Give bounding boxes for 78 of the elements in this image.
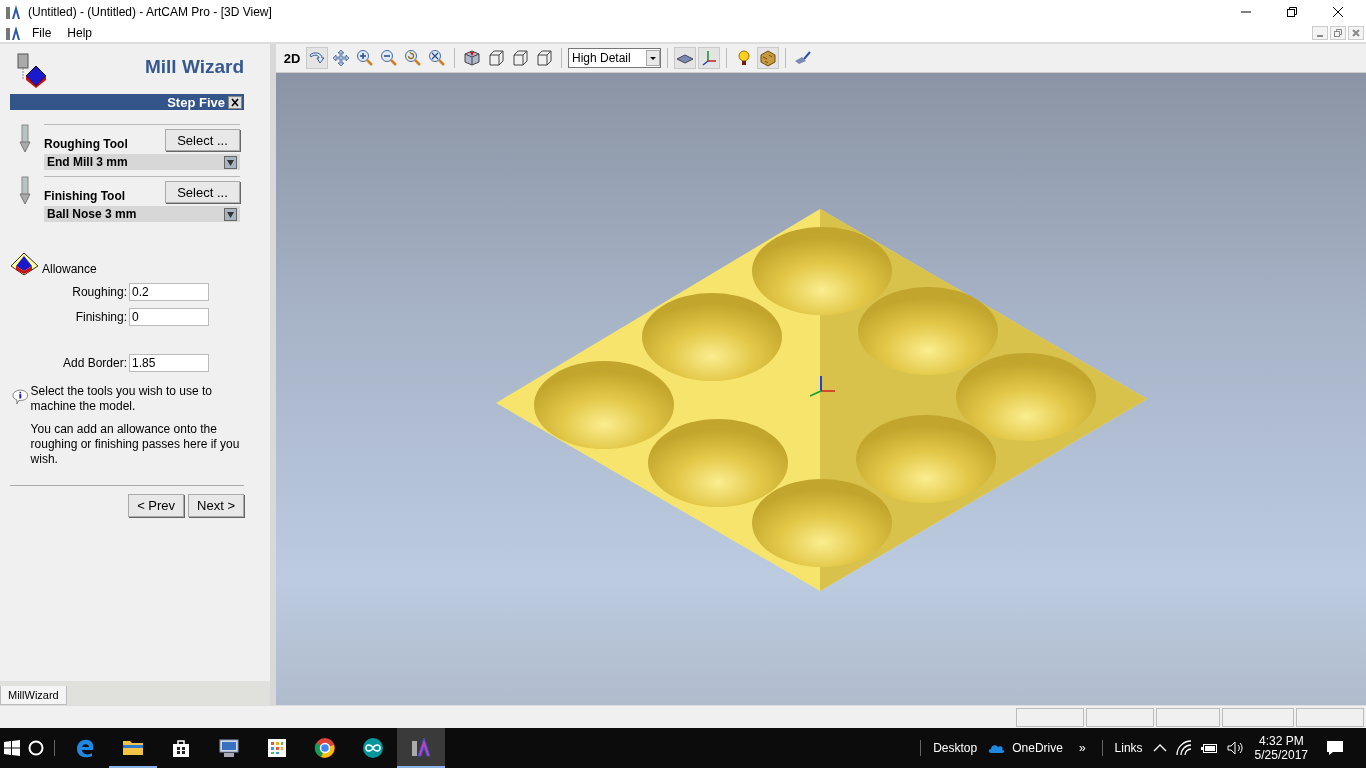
border-field[interactable]: 1.85: [129, 354, 209, 372]
tool-dropdown[interactable]: Ball Nose 3 mm: [44, 206, 240, 222]
chevron-up-icon[interactable]: [1152, 743, 1167, 753]
notification-icon[interactable]: [1326, 740, 1344, 756]
close-icon[interactable]: [1332, 6, 1344, 18]
overflow-chevron[interactable]: »: [1078, 741, 1086, 755]
2d-view-button[interactable]: 2D: [280, 47, 304, 69]
bulb-icon: [735, 49, 753, 67]
tool-dropdown[interactable]: End Mill 3 mm: [44, 154, 240, 170]
info-text: Select the tools you wish to use to machine the model.: [30, 384, 214, 414]
rotate-button[interactable]: [306, 47, 328, 69]
pan-button[interactable]: [330, 47, 352, 69]
select-button[interactable]: Select ...: [165, 129, 240, 151]
texture-button[interactable]: [757, 47, 779, 69]
infinity-icon: [361, 736, 385, 760]
status-pane: [1296, 707, 1364, 727]
axes-icon: [700, 49, 718, 67]
nav-button[interactable]: Next >: [188, 494, 244, 517]
detail-dropdown[interactable]: High Detail: [568, 48, 661, 68]
zoom-back-icon: [404, 49, 422, 67]
search-icon[interactable]: [28, 740, 44, 756]
cube-wire-icon: [511, 49, 529, 67]
status-pane: [1156, 707, 1220, 727]
toolbar-label[interactable]: Links: [1114, 741, 1143, 755]
clock-time: 4:32 PM: [1258, 734, 1304, 748]
battery-icon[interactable]: [1200, 742, 1219, 754]
tool-label: Finishing Tool: [44, 189, 126, 203]
step-title: Step Five: [167, 94, 225, 110]
cloud-icon: [987, 742, 1006, 754]
zoom-in-icon: [356, 49, 374, 67]
speaker-icon[interactable]: [1226, 741, 1245, 755]
axes-button[interactable]: [698, 47, 720, 69]
wizard-title: Mill Wizard: [144, 55, 244, 78]
artcam-icon: [409, 735, 433, 759]
field-label: Roughing:: [72, 285, 127, 299]
plane-button[interactable]: [674, 47, 696, 69]
panel-tab[interactable]: MillWizard: [0, 686, 67, 705]
info-text: You can add an allowance onto the roughing or finishing passes here if you wish.: [30, 422, 240, 467]
minimize-icon[interactable]: [1312, 26, 1328, 40]
cube-solid-icon: [463, 49, 481, 67]
select-button[interactable]: Select ...: [165, 181, 240, 203]
allowance-field[interactable]: 0.2: [129, 283, 209, 301]
windows-start-icon[interactable]: [4, 740, 20, 756]
brush-icon: [794, 49, 812, 67]
clock[interactable]: 4:32 PM 5/25/2017: [1254, 734, 1308, 762]
cube-wire-icon: [487, 49, 505, 67]
field-label: Add Border:: [62, 356, 127, 370]
menu-item[interactable]: File: [26, 26, 58, 40]
pan-icon: [332, 49, 350, 67]
computer-icon: [217, 736, 241, 760]
field-label: Finishing:: [75, 310, 127, 324]
grid-icon: [265, 736, 289, 760]
texture-icon: [759, 49, 777, 67]
allowance-label: Allowance: [42, 262, 97, 276]
toolbar-label[interactable]: OneDrive: [1012, 741, 1063, 755]
close-icon[interactable]: [228, 95, 242, 109]
status-pane: [1016, 707, 1084, 727]
window-title: (Untitled) - (Untitled) - ArtCAM Pro - [3D View]: [28, 5, 272, 19]
clock-date: 5/25/2017: [1254, 748, 1308, 762]
model-block-icon: [10, 252, 40, 276]
tool-value: End Mill 3 mm: [47, 155, 128, 169]
allowance-field[interactable]: 0: [129, 308, 209, 326]
wifi-icon[interactable]: [1174, 740, 1193, 756]
zoom-out-icon: [380, 49, 398, 67]
detail-value: High Detail: [572, 51, 631, 65]
toolbar-label[interactable]: Desktop: [933, 741, 978, 755]
chrome-icon: [313, 736, 337, 760]
nav-button[interactable]: < Prev: [128, 494, 185, 517]
restore-icon[interactable]: [1286, 6, 1298, 18]
menu-item[interactable]: Help: [61, 26, 99, 40]
tool-value: Ball Nose 3 mm: [47, 207, 137, 221]
tool-bit-icon: [18, 124, 32, 154]
tool-bit-icon: [18, 176, 32, 206]
zoom-all-icon: [428, 49, 446, 67]
tool-label: Roughing Tool: [44, 137, 128, 151]
status-pane: [1086, 707, 1154, 727]
cube-wire-icon: [535, 49, 553, 67]
status-pane: [1222, 707, 1294, 727]
